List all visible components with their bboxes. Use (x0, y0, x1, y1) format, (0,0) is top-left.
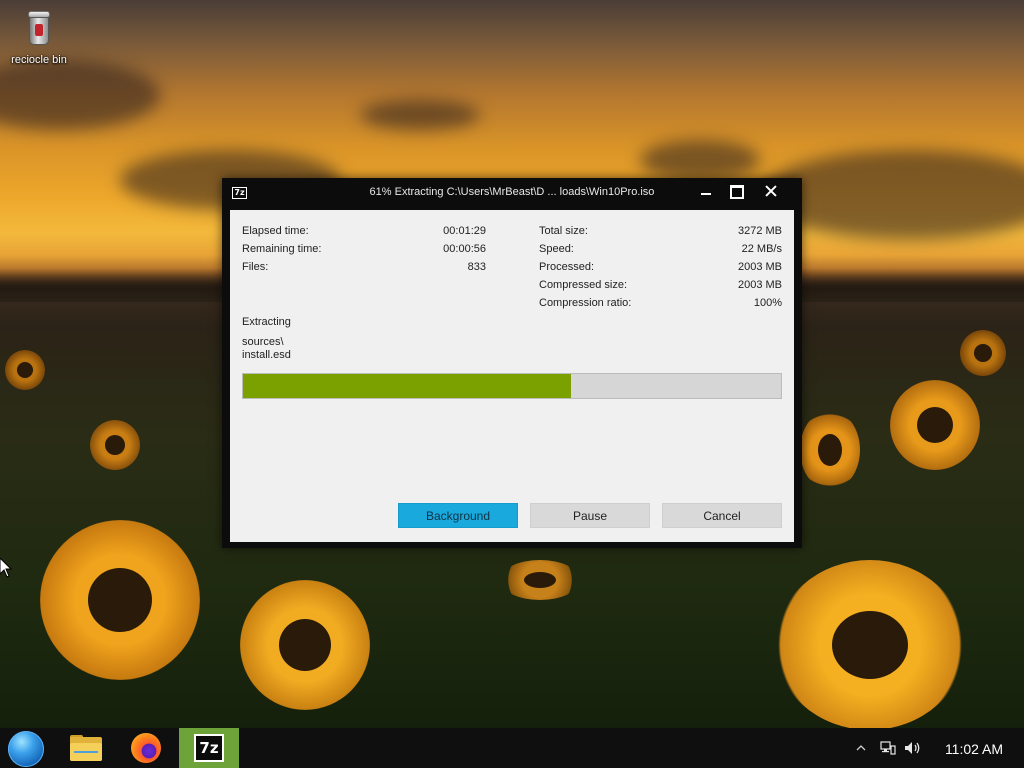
processed-value: 2003 MB (737, 261, 782, 273)
compressed-size-label: Compressed size: (539, 279, 628, 291)
background-button[interactable]: Background (398, 503, 518, 528)
network-icon[interactable] (880, 740, 896, 756)
progress-panel: Elapsed time: 00:01:29 Remaining time: 0… (230, 210, 794, 542)
taskbar: 7z 11:02 AM (0, 728, 1024, 768)
extract-progress-window: 7z 61% Extracting C:\Users\MrBeast\D ...… (222, 178, 802, 548)
total-size-value: 3272 MB (737, 225, 782, 237)
remaining-time-label: Remaining time: (242, 243, 322, 255)
elapsed-time-label: Elapsed time: (242, 225, 309, 237)
speed-value: 22 MB/s (741, 243, 782, 255)
taskbar-7zip[interactable]: 7z (179, 728, 239, 768)
current-file: install.esd (242, 349, 291, 361)
desktop-icon-label: reciocle bin (11, 54, 67, 66)
7zip-icon: 7z (194, 734, 224, 762)
files-label: Files: (242, 261, 269, 273)
extraction-progress-bar (242, 373, 782, 399)
current-folder: sources\ (242, 336, 284, 348)
mouse-pointer-icon (0, 558, 13, 578)
desktop-icon-recycle-bin[interactable]: reciocle bin (4, 8, 74, 66)
window-titlebar[interactable]: 7z 61% Extracting C:\Users\MrBeast\D ...… (222, 178, 802, 208)
7zip-icon: 7z (232, 187, 247, 199)
folder-icon (70, 735, 102, 761)
remaining-time-value: 00:00:56 (443, 243, 486, 255)
close-button[interactable] (755, 180, 787, 204)
taskbar-file-explorer[interactable] (56, 728, 114, 768)
firefox-icon (131, 733, 161, 763)
processed-label: Processed: (539, 261, 595, 273)
operation-status: Extracting (242, 316, 291, 328)
files-value: 833 (467, 261, 486, 273)
speed-label: Speed: (539, 243, 574, 255)
window-title: 61% Extracting C:\Users\MrBeast\D ... lo… (369, 186, 655, 198)
recycle-bin-icon (23, 8, 55, 48)
elapsed-time-value: 00:01:29 (443, 225, 486, 237)
compressed-size-value: 2003 MB (737, 279, 782, 291)
taskbar-clock[interactable]: 11:02 AM (934, 741, 1014, 757)
chevron-up-icon[interactable] (856, 743, 866, 753)
cancel-button[interactable]: Cancel (662, 503, 782, 528)
compression-ratio-label: Compression ratio: (539, 297, 632, 309)
total-size-label: Total size: (539, 225, 588, 237)
compression-ratio-value: 100% (753, 297, 782, 309)
maximize-button[interactable] (720, 180, 752, 204)
volume-icon[interactable] (904, 740, 922, 756)
pause-button[interactable]: Pause (530, 503, 650, 528)
progress-bar-fill (243, 374, 572, 398)
start-orb-icon[interactable] (8, 731, 44, 767)
taskbar-firefox[interactable] (118, 728, 176, 768)
minimize-button[interactable] (690, 180, 722, 204)
